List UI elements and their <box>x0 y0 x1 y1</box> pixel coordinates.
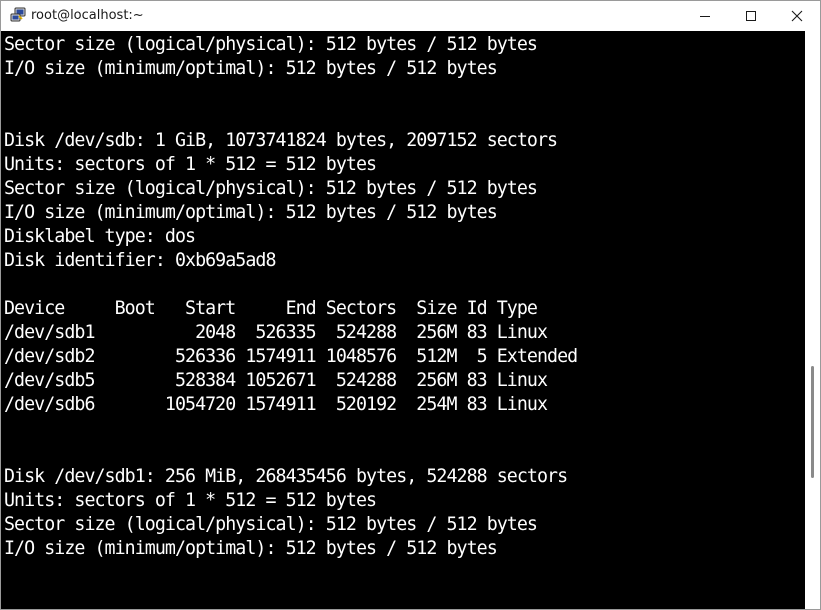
terminal-line: Sector size (logical/physical): 512 byte… <box>4 34 538 55</box>
terminal-line: I/O size (minimum/optimal): 512 bytes / … <box>4 538 498 559</box>
close-icon <box>791 10 803 22</box>
terminal-line: Units: sectors of 1 * 512 = 512 bytes <box>4 490 377 511</box>
terminal-line: Sector size (logical/physical): 512 byte… <box>4 514 538 535</box>
terminal-line: Disklabel type: dos <box>4 226 196 247</box>
maximize-button[interactable] <box>728 1 774 31</box>
minimize-button[interactable] <box>682 1 728 31</box>
maximize-icon <box>745 10 757 22</box>
terminal-window: root@localhost:~ Sector size (logical/ph… <box>0 0 821 610</box>
minimize-icon <box>699 10 711 22</box>
terminal-line: Disk /dev/sdb1: 256 MiB, 268435456 bytes… <box>4 466 568 487</box>
terminal-line: Units: sectors of 1 * 512 = 512 bytes <box>4 154 377 175</box>
terminal-output[interactable]: Sector size (logical/physical): 512 byte… <box>1 31 805 609</box>
vertical-scrollbar[interactable] <box>805 31 820 609</box>
scrollbar-thumb[interactable] <box>811 366 814 478</box>
partition-table-header: Device Boot Start End Sectors Size Id Ty… <box>4 298 538 319</box>
terminal-line: Sector size (logical/physical): 512 byte… <box>4 178 538 199</box>
title-bar[interactable]: root@localhost:~ <box>1 1 820 31</box>
partition-table-row: /dev/sdb6 1054720 1574911 520192 254M 83… <box>4 394 548 415</box>
close-button[interactable] <box>774 1 820 31</box>
terminal-line: I/O size (minimum/optimal): 512 bytes / … <box>4 202 498 223</box>
terminal-line: Disk identifier: 0xb69a5ad8 <box>4 250 276 271</box>
putty-icon[interactable] <box>10 7 26 23</box>
partition-table-row: /dev/sdb5 528384 1052671 524288 256M 83 … <box>4 370 548 391</box>
partition-table-row: /dev/sdb2 526336 1574911 1048576 512M 5 … <box>4 346 578 367</box>
window-title: root@localhost:~ <box>31 8 144 23</box>
terminal-line: Disk /dev/sdb: 1 GiB, 1073741824 bytes, … <box>4 130 558 151</box>
partition-table-row: /dev/sdb1 2048 526335 524288 256M 83 Lin… <box>4 322 548 343</box>
terminal-line: I/O size (minimum/optimal): 512 bytes / … <box>4 58 498 79</box>
